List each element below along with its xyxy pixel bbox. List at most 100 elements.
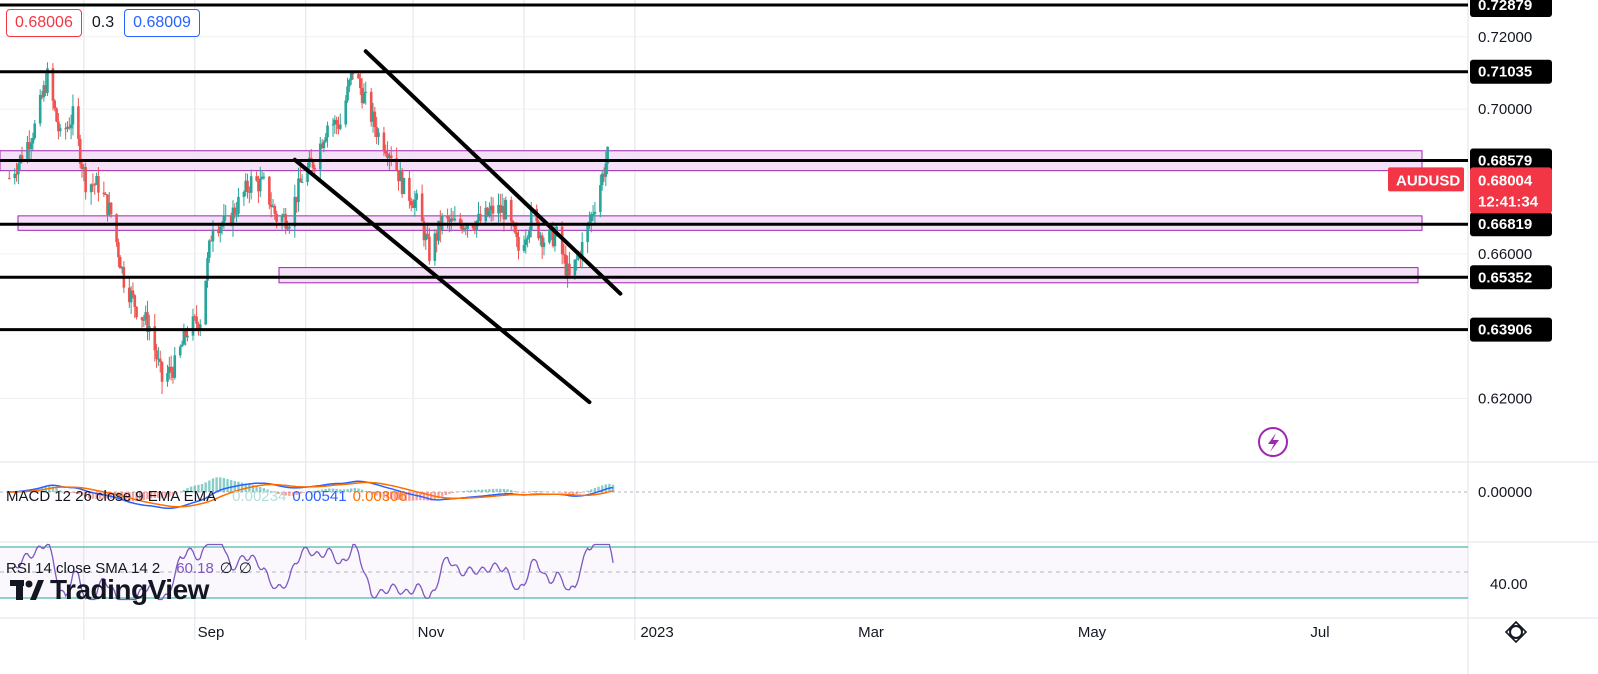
candle-body <box>517 237 520 251</box>
candle-body <box>102 192 106 195</box>
candle-body <box>358 78 362 89</box>
candle-body <box>273 205 277 214</box>
candle-body <box>258 178 262 192</box>
level-price-label: 0.71035 <box>1478 64 1532 81</box>
macd-histogram-bar <box>491 488 495 492</box>
candle-body <box>346 86 349 101</box>
candle-body <box>331 124 335 126</box>
candle-body <box>504 199 508 220</box>
candle-body <box>604 163 608 177</box>
candle-body <box>242 192 246 197</box>
candle-body <box>300 182 304 184</box>
tradingview-logo[interactable]: TradingView <box>10 574 209 606</box>
macd-histogram-bar <box>535 491 538 492</box>
tradingview-logo-icon <box>10 580 44 600</box>
macd-histogram-bar <box>480 489 484 492</box>
level-price-label: 0.72879 <box>1478 0 1532 14</box>
macd-histogram-bar <box>575 492 578 495</box>
macd-signal-value: 0.00306 <box>352 488 407 505</box>
candle-body <box>408 177 411 201</box>
time-tick-label: Sep <box>198 624 225 641</box>
candle-body <box>593 211 597 214</box>
spread: 0.3 <box>91 14 115 31</box>
macd-histogram-bar <box>484 489 487 492</box>
candle-body <box>7 177 11 179</box>
brand-name: TradingView <box>50 574 209 605</box>
candle-body <box>135 307 138 318</box>
candle-body <box>488 210 491 216</box>
candle-body <box>413 199 417 208</box>
candle-body <box>69 124 73 129</box>
candle-body <box>109 202 113 215</box>
candle-body <box>286 228 289 230</box>
candle-body <box>235 213 238 215</box>
candle-body <box>89 184 93 193</box>
macd-histogram-bar <box>564 492 567 494</box>
macd-histogram-bar <box>488 489 491 492</box>
candle-body <box>586 223 589 243</box>
candle-body <box>297 178 300 203</box>
rsi-v3: ∅ <box>238 560 252 577</box>
candle-body <box>58 128 62 132</box>
candle-body <box>364 91 368 93</box>
macd-histogram-bar <box>440 492 444 497</box>
candle-body <box>313 167 317 170</box>
last-price-label: 0.68004 <box>1478 172 1533 189</box>
candle-body <box>542 242 546 248</box>
candle-body <box>249 176 253 193</box>
candle-body <box>573 259 577 276</box>
candle-body <box>389 155 393 159</box>
macd-legend: MACD 12 26 close 9 EMA EMA 0.00234 0.005… <box>6 488 407 505</box>
macd-histogram-bar <box>539 491 542 492</box>
macd-value: 0.00541 <box>292 488 347 505</box>
candle-body <box>377 132 380 137</box>
candle-body <box>362 92 366 104</box>
candle-body <box>33 123 37 139</box>
macd-histogram-bar <box>462 491 466 492</box>
candle-body <box>348 79 351 87</box>
countdown-label: 12:41:34 <box>1478 193 1539 210</box>
buy-price[interactable]: 0.68009 <box>124 9 200 37</box>
candle-body <box>191 316 195 336</box>
macd-histogram-bar <box>510 489 513 492</box>
candle-body <box>446 215 449 219</box>
candle-body <box>288 226 291 229</box>
macd-hist-value: 0.00234 <box>232 488 287 505</box>
candle-body <box>118 257 122 269</box>
candle-body <box>204 280 207 325</box>
candle-body <box>528 230 531 238</box>
macd-histogram-bar <box>502 488 506 492</box>
macd-histogram-bar <box>444 492 447 496</box>
candle-body <box>415 193 418 200</box>
macd-histogram-bar <box>506 489 509 492</box>
candle-body <box>268 176 271 205</box>
macd-histogram-bar <box>466 490 469 492</box>
candle-body <box>211 229 215 242</box>
macd-histogram-bar <box>586 490 589 492</box>
candle-body <box>382 132 386 152</box>
candle-body <box>326 125 329 138</box>
time-tick-label: Nov <box>418 624 445 641</box>
candle-body <box>344 100 348 125</box>
candle-body <box>55 108 58 122</box>
sell-price[interactable]: 0.68006 <box>6 9 82 37</box>
candle-body <box>31 138 35 144</box>
candle-body <box>491 205 495 214</box>
candle-body <box>166 373 169 382</box>
macd-histogram-bar <box>477 489 480 492</box>
candle-body <box>195 316 198 324</box>
header-values: 0.68006 0.3 0.68009 <box>6 8 200 38</box>
candle-body <box>173 355 177 378</box>
support-resistance-zone <box>278 267 1419 284</box>
macd-histogram-bar <box>495 488 498 492</box>
candle-body <box>322 141 326 149</box>
price-tick-label: 0.62000 <box>1478 391 1532 408</box>
candle-body <box>71 106 75 125</box>
candle-body <box>186 335 189 338</box>
candle-body <box>524 239 528 246</box>
candle-body <box>526 237 529 240</box>
candle-body <box>169 366 173 372</box>
candle-body <box>180 344 184 347</box>
macd-title[interactable]: MACD 12 26 close 9 EMA EMA <box>6 488 216 505</box>
candle-body <box>224 215 228 217</box>
